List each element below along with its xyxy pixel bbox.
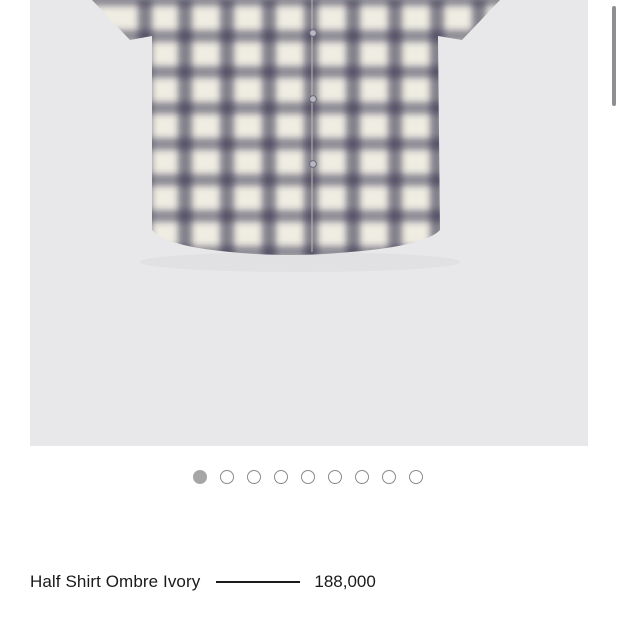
carousel-dot[interactable] xyxy=(193,470,207,484)
product-info: Half Shirt Ombre Ivory 188,000 xyxy=(30,570,376,594)
carousel-dot[interactable] xyxy=(247,470,261,484)
carousel-dot[interactable] xyxy=(409,470,423,484)
product-price: 188,000 xyxy=(314,572,376,591)
scrollbar[interactable] xyxy=(612,6,616,106)
carousel-dot[interactable] xyxy=(274,470,288,484)
carousel-dot[interactable] xyxy=(220,470,234,484)
carousel-dot[interactable] xyxy=(301,470,315,484)
button-icon xyxy=(309,95,317,103)
button-icon xyxy=(309,160,317,168)
product-page: Half Shirt Ombre Ivory 188,000 xyxy=(0,0,620,620)
shirt-illustration xyxy=(92,0,500,272)
product-name[interactable]: Half Shirt Ombre Ivory xyxy=(30,572,200,592)
button-icon xyxy=(309,29,317,37)
divider-line xyxy=(216,581,301,583)
carousel-dot[interactable] xyxy=(355,470,369,484)
carousel-pagination xyxy=(0,470,620,488)
carousel-dot[interactable] xyxy=(328,470,342,484)
carousel-dot[interactable] xyxy=(382,470,396,484)
product-image[interactable] xyxy=(30,0,588,446)
